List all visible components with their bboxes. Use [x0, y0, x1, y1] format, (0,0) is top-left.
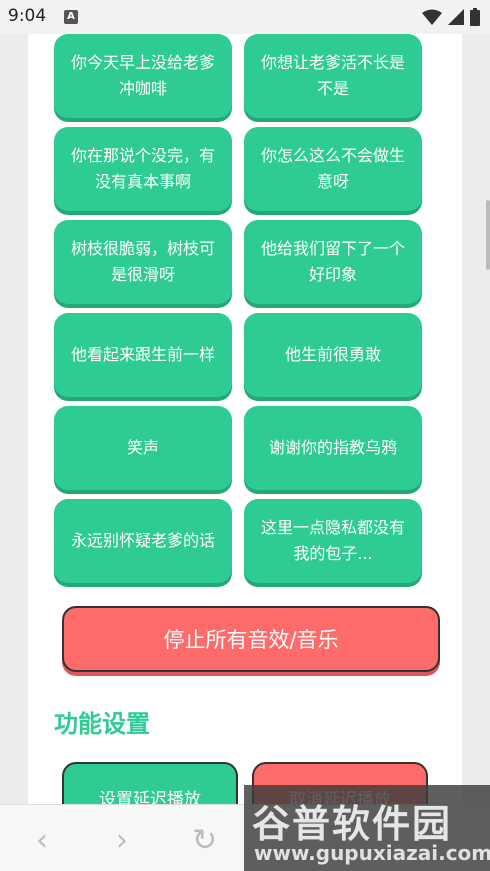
sound-button[interactable]: 你在那说个没完，有没有真本事啊: [54, 127, 232, 211]
notification-icon: A: [64, 10, 78, 24]
stop-all-button[interactable]: 停止所有音效/音乐: [62, 606, 440, 672]
web-page: 你今天早上没给老爹冲咖啡 你想让老爹活不长是不是 你在那说个没完，有没有真本事啊…: [28, 34, 462, 804]
forward-icon[interactable]: ›: [116, 823, 128, 858]
back-icon[interactable]: ‹: [36, 823, 48, 858]
battery-icon: [470, 8, 480, 26]
sound-button[interactable]: 笑声: [54, 406, 232, 490]
sound-button[interactable]: 他给我们留下了一个好印象: [244, 220, 422, 304]
wifi-icon: [422, 9, 442, 25]
sound-button[interactable]: 树枝很脆弱，树枝可是很滑呀: [54, 220, 232, 304]
signal-icon: [448, 9, 464, 25]
sound-button[interactable]: 他生前很勇敢: [244, 313, 422, 397]
sound-button[interactable]: 谢谢你的指教乌鸦: [244, 406, 422, 490]
status-bar: 9:04 A: [0, 0, 490, 34]
watermark: 谷普软件园 www.gupuxiazai.com: [244, 785, 490, 871]
scrollbar[interactable]: [486, 200, 490, 270]
reload-icon[interactable]: ↻: [192, 823, 217, 858]
sound-button[interactable]: 这里一点隐私都没有我的包子...: [244, 499, 422, 583]
sound-button[interactable]: 你想让老爹活不长是不是: [244, 34, 422, 118]
sound-button[interactable]: 永远别怀疑老爹的话: [54, 499, 232, 583]
status-icons: [422, 8, 480, 26]
page-gutter-right: [462, 34, 490, 804]
watermark-title: 谷普软件园: [252, 802, 453, 846]
section-title: 功能设置: [54, 710, 150, 738]
sound-button[interactable]: 你怎么这么不会做生意呀: [244, 127, 422, 211]
sound-button[interactable]: 他看起来跟生前一样: [54, 313, 232, 397]
sound-button-grid: 你今天早上没给老爹冲咖啡 你想让老爹活不长是不是 你在那说个没完，有没有真本事啊…: [54, 34, 422, 583]
watermark-url: www.gupuxiazai.com: [254, 841, 490, 865]
set-delay-button[interactable]: 设置延迟播放: [62, 762, 238, 804]
page-gutter-left: [0, 34, 28, 804]
sound-button[interactable]: 你今天早上没给老爹冲咖啡: [54, 34, 232, 118]
status-time: 9:04: [8, 6, 47, 26]
